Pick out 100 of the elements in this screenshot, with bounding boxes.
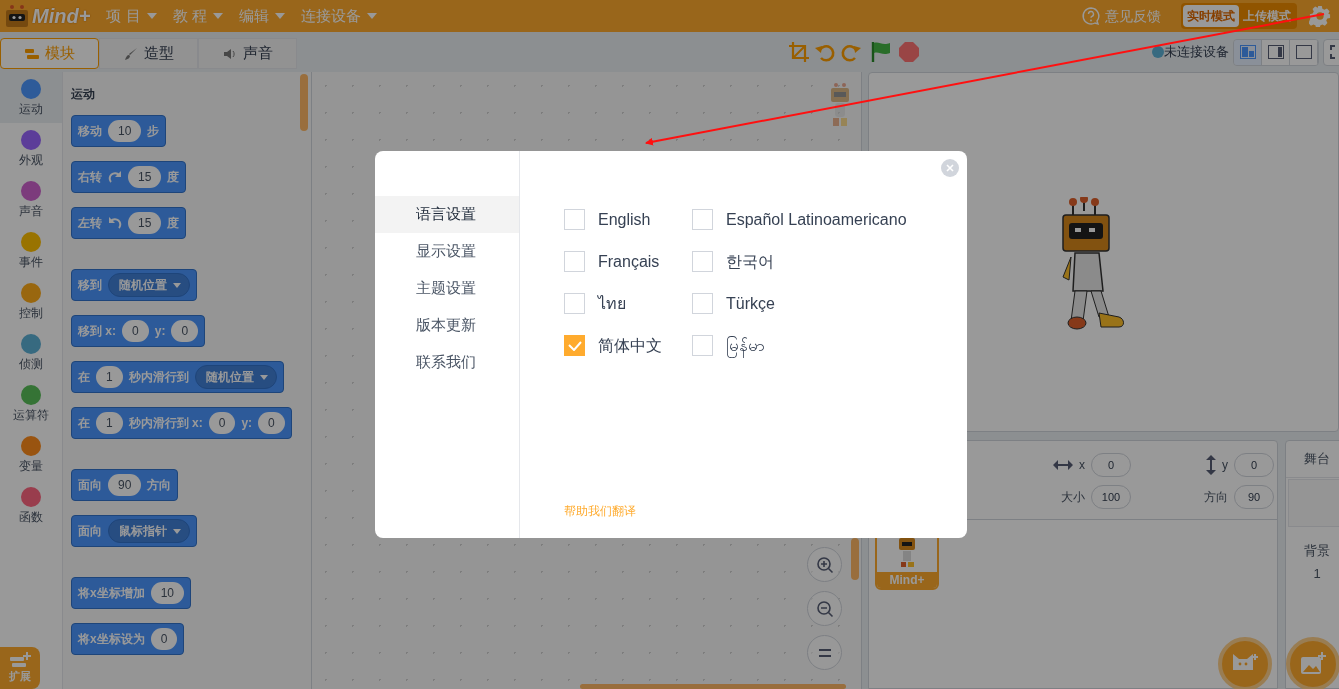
category-label: 事件 [19, 253, 43, 270]
language-label: မြန်မာ [726, 333, 765, 358]
category-item[interactable]: 声音 [0, 174, 62, 225]
settings-nav-item[interactable]: 语言设置 [375, 196, 519, 233]
language-checkbox[interactable] [564, 335, 585, 356]
code-block[interactable]: 移到 随机位置 [71, 269, 197, 301]
layout-button[interactable] [1234, 39, 1262, 65]
number-input[interactable]: 1 [96, 412, 123, 434]
language-checkbox[interactable] [692, 209, 713, 230]
layout-button[interactable] [1262, 39, 1290, 65]
scrollbar-thumb[interactable] [580, 684, 846, 689]
backdrop-label: 背景 [1304, 542, 1330, 560]
block-label: 度 [167, 215, 180, 232]
category-item[interactable]: 函数 [0, 480, 62, 531]
block-label: 移到 x: [78, 323, 116, 340]
block-label: 秒内滑行到 [128, 369, 189, 386]
language-checkbox[interactable] [564, 293, 585, 314]
category-item[interactable]: 运动 [0, 72, 62, 123]
logo-text: Mind+ [32, 4, 91, 29]
palette-heading: 运动 [71, 86, 96, 102]
language-checkbox[interactable] [692, 335, 713, 356]
block-label: 方向 [147, 477, 172, 494]
number-input[interactable]: 15 [128, 166, 162, 188]
layout-button[interactable] [1290, 39, 1318, 65]
device-status: 未连接设备 [1164, 43, 1229, 62]
category-label: 侦测 [19, 355, 43, 372]
settings-nav-item[interactable]: 版本更新 [375, 307, 519, 344]
settings-nav-item[interactable]: 显示设置 [375, 233, 519, 270]
code-block[interactable]: 移到 x: 0 y: 0 [71, 315, 206, 347]
robot-logo-icon [4, 3, 30, 29]
feedback-label: 意见反馈 [1105, 7, 1161, 26]
block-label: 在 [78, 369, 90, 386]
caret-icon [274, 13, 285, 19]
category-label: 函数 [19, 508, 43, 525]
category-label: 变量 [19, 457, 43, 474]
number-input[interactable]: 0 [208, 412, 236, 434]
layout-icon [1267, 45, 1284, 59]
equals-icon [817, 647, 832, 658]
zoom-in-icon [815, 555, 834, 574]
close-button[interactable] [941, 159, 959, 177]
mode-toggle[interactable]: 实时模式 [1183, 5, 1239, 27]
block-label: 移到 [78, 277, 102, 294]
rotate-left-icon [108, 216, 122, 230]
number-input[interactable]: 15 [128, 212, 162, 234]
language-checkbox[interactable] [692, 251, 713, 272]
number-input[interactable]: 0 [258, 412, 285, 434]
number-input[interactable]: 1 [96, 366, 123, 388]
stop-icon[interactable] [898, 41, 920, 63]
code-block[interactable]: 右转 15 度 [71, 161, 187, 193]
number-input[interactable]: 90 [108, 474, 142, 496]
panel-title: 舞台 [1286, 441, 1339, 478]
dropdown[interactable]: 随机位置 [108, 273, 190, 297]
number-input[interactable]: 10 [150, 582, 185, 604]
block-label: 右转 [78, 169, 102, 186]
category-label: 外观 [19, 151, 43, 168]
caret-icon [259, 374, 268, 380]
caret-icon [173, 282, 181, 288]
block-label: 将x坐标增加 [78, 585, 145, 602]
settings-nav-item[interactable]: 联系我们 [375, 344, 519, 381]
editor-tab[interactable]: 声音 [198, 38, 297, 69]
settings-nav-item[interactable]: 主题设置 [375, 270, 519, 307]
code-block[interactable]: 面向 鼠标指针 [71, 515, 197, 547]
zoom-out-icon [815, 599, 834, 618]
scrollbar-thumb[interactable] [300, 74, 308, 131]
dropdown[interactable]: 随机位置 [194, 365, 277, 389]
code-block[interactable]: 面向 90 方向 [71, 469, 179, 501]
number-input[interactable]: 0 [122, 320, 149, 342]
category-item[interactable]: 运算符 [0, 378, 62, 429]
code-block[interactable]: 在 1 秒内滑行到 随机位置 [71, 361, 284, 393]
language-label: 简体中文 [598, 335, 662, 356]
code-block[interactable]: 将x坐标增加 10 [71, 577, 192, 609]
code-block[interactable]: 将x坐标设为 0 [71, 623, 185, 655]
code-block[interactable]: 在 1 秒内滑行到 x: 0 y: 0 [71, 407, 292, 439]
category-label: 运算符 [13, 406, 49, 423]
language-checkbox[interactable] [564, 209, 585, 230]
block-label: 左转 [78, 215, 102, 232]
blocks-icon [24, 48, 39, 59]
settings-icon[interactable] [1309, 5, 1331, 27]
number-input[interactable]: 0 [150, 628, 178, 650]
code-block[interactable]: 移动 10 步 [71, 115, 167, 147]
category-item[interactable]: 外观 [0, 123, 62, 174]
editor-tab[interactable]: 造型 [99, 38, 198, 69]
language-checkbox[interactable] [692, 293, 713, 314]
layout-icon [1239, 45, 1256, 59]
language-checkbox[interactable] [564, 251, 585, 272]
category-item[interactable]: 控制 [0, 276, 62, 327]
crop-icon[interactable] [788, 41, 810, 63]
number-input[interactable]: 10 [108, 120, 142, 142]
number-input[interactable]: 0 [171, 320, 199, 342]
field-label: x [1079, 457, 1085, 473]
image-plus-icon [1300, 652, 1326, 676]
language-label: Español Latinoamericano [726, 209, 907, 230]
backdrop-count: 1 [1313, 564, 1321, 583]
category-item[interactable]: 变量 [0, 429, 62, 480]
scrollbar-thumb[interactable] [851, 538, 859, 580]
category-item[interactable]: 侦测 [0, 327, 62, 378]
code-block[interactable]: 左转 15 度 [71, 207, 187, 239]
category-item[interactable]: 事件 [0, 225, 62, 276]
brush-icon [123, 46, 138, 61]
dropdown[interactable]: 鼠标指针 [108, 519, 190, 543]
